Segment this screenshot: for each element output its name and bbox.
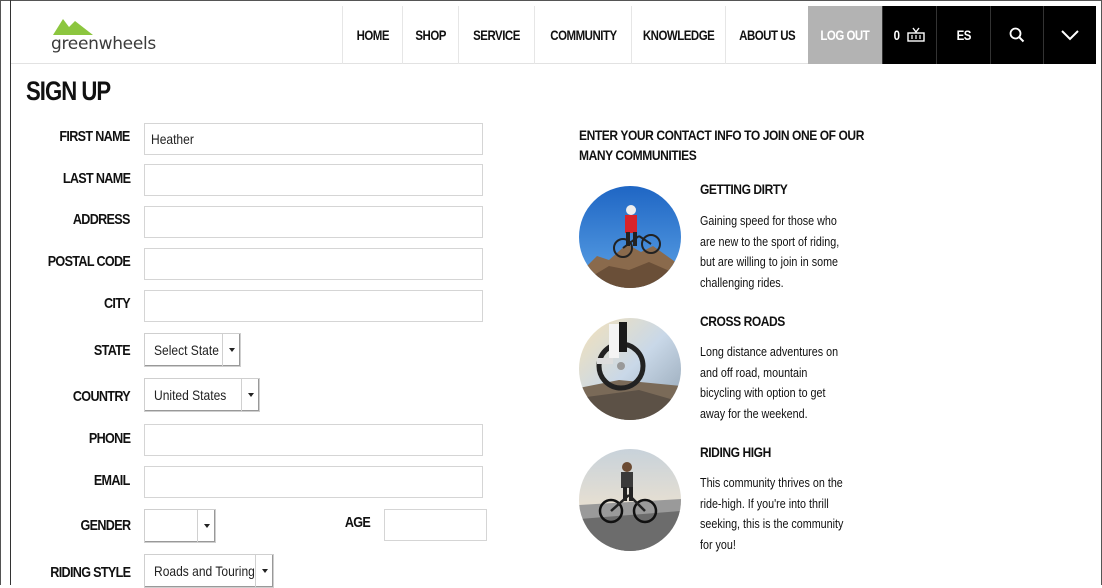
- country-label: COUNTRY: [72, 388, 131, 405]
- community-title-getting-dirty: GETTING DIRTY: [700, 181, 788, 197]
- state-select[interactable]: Select State: [144, 333, 241, 367]
- search-button[interactable]: [990, 6, 1043, 64]
- basket-icon: [906, 27, 925, 42]
- brand-logo[interactable]: greenwheels: [51, 17, 161, 57]
- nav-home[interactable]: HOME: [342, 6, 402, 64]
- gender-label: GENDER: [80, 517, 131, 534]
- page-title: SIGN UP: [26, 76, 111, 106]
- mountain-logo-icon: [53, 19, 93, 35]
- city-field[interactable]: [144, 290, 483, 322]
- page-edge-rule: [10, 0, 11, 585]
- chevron-down-icon: [1061, 30, 1079, 41]
- dropdown-arrow-icon: [241, 379, 259, 411]
- communities-intro: ENTER YOUR CONTACT INFO TO JOIN ONE OF O…: [579, 127, 864, 163]
- state-label: STATE: [93, 342, 131, 359]
- postal-code-field[interactable]: [144, 248, 483, 280]
- top-navigation: greenwheels HOME SHOP SERVICE COMMUNITY …: [11, 6, 1096, 64]
- brand-name: greenwheels: [51, 34, 156, 54]
- dropdown-arrow-icon: [255, 555, 273, 587]
- age-label: AGE: [344, 514, 371, 531]
- last-name-label: LAST NAME: [62, 170, 131, 187]
- nav-knowledge[interactable]: KNOWLEDGE: [631, 6, 725, 64]
- community-title-cross-roads: CROSS ROADS: [700, 313, 785, 329]
- postal-code-label: POSTAL CODE: [47, 253, 131, 270]
- first-name-label: FIRST NAME: [59, 128, 131, 145]
- email-field[interactable]: [144, 466, 483, 498]
- riding-style-select[interactable]: Roads and Touring: [144, 554, 274, 588]
- nav-service[interactable]: SERVICE: [458, 6, 534, 64]
- city-label: CITY: [103, 295, 131, 312]
- search-icon: [1009, 27, 1025, 43]
- cart-count: 0: [894, 27, 900, 43]
- email-label: EMAIL: [94, 472, 131, 489]
- address-field[interactable]: [144, 206, 483, 238]
- community-image-riding-high: [579, 449, 681, 551]
- nav-about-us[interactable]: ABOUT US: [725, 6, 808, 64]
- community-desc-cross-roads: Long distance adventures on and off road…: [700, 345, 839, 421]
- community-image-cross-roads: [579, 318, 681, 420]
- nav-community[interactable]: COMMUNITY: [534, 6, 631, 64]
- logout-button[interactable]: LOG OUT: [808, 6, 882, 64]
- community-title-riding-high: RIDING HIGH: [700, 444, 771, 460]
- cart-button[interactable]: 0: [882, 6, 936, 64]
- age-field[interactable]: [384, 509, 487, 541]
- first-name-field[interactable]: Heather: [144, 123, 483, 155]
- riding-style-label: RIDING STYLE: [49, 564, 131, 581]
- address-label: ADDRESS: [73, 211, 131, 228]
- menu-toggle[interactable]: [1043, 6, 1096, 64]
- dropdown-arrow-icon: [197, 510, 215, 542]
- community-image-getting-dirty: [579, 186, 681, 288]
- gender-select[interactable]: [144, 509, 216, 543]
- phone-label: PHONE: [88, 430, 131, 447]
- nav-shop[interactable]: SHOP: [402, 6, 458, 64]
- last-name-field[interactable]: [144, 164, 483, 196]
- community-desc-getting-dirty: Gaining speed for those who are new to t…: [700, 214, 840, 290]
- language-switch[interactable]: ES: [936, 6, 990, 64]
- phone-field[interactable]: [144, 424, 483, 456]
- dropdown-arrow-icon: [222, 334, 240, 366]
- country-select[interactable]: United States: [144, 378, 260, 412]
- community-desc-riding-high: This community thrives on the ride-high.…: [700, 476, 844, 552]
